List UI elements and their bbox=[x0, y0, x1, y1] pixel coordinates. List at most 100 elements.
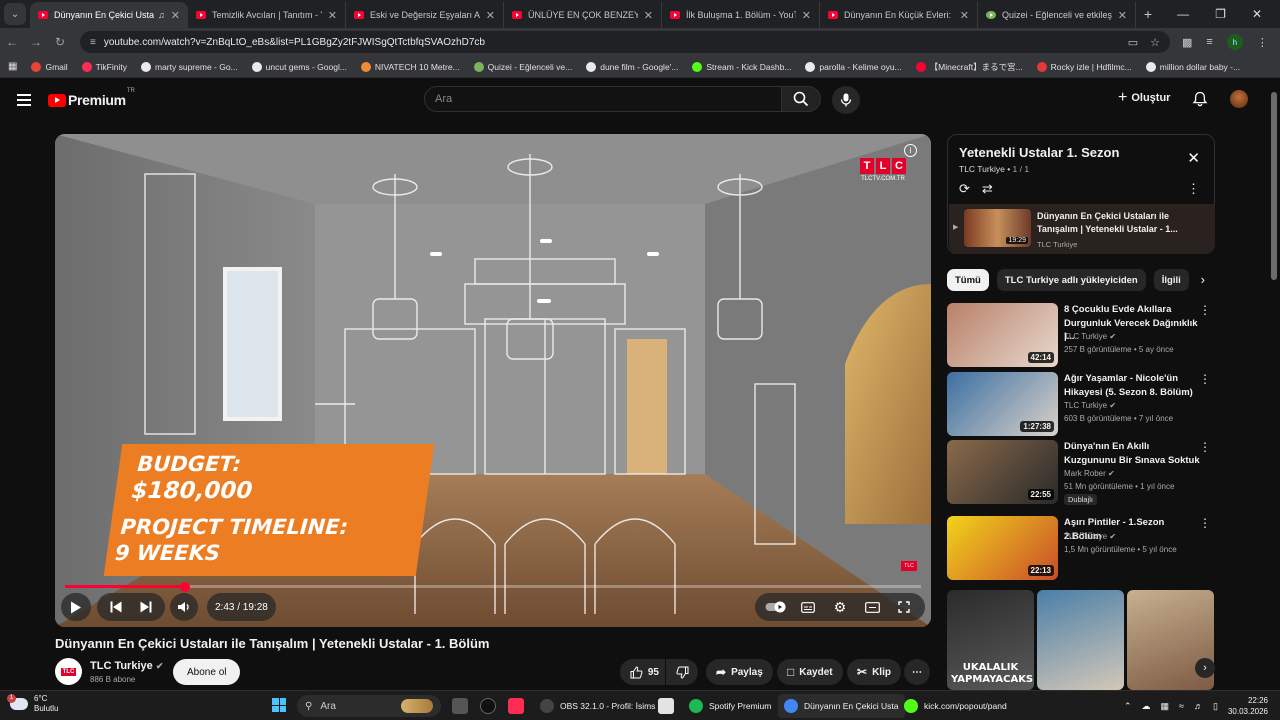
close-window-icon[interactable]: ✕ bbox=[1252, 7, 1262, 21]
recommendation-channel[interactable]: TLC Turkiye ✔ bbox=[1064, 532, 1116, 541]
back-button[interactable]: ← bbox=[0, 35, 24, 49]
weather-widget[interactable]: 1 6°C Bulutlu bbox=[7, 694, 58, 714]
playlist-title[interactable]: Yetenekli Ustalar 1. Sezon bbox=[959, 145, 1119, 160]
browser-tab[interactable]: Temizlik Avcıları | Tanıtım - YouT ✕ bbox=[188, 2, 346, 28]
recommendation-channel[interactable]: TLC Turkiye ✔ bbox=[1064, 401, 1116, 410]
close-tab-icon[interactable]: ✕ bbox=[960, 9, 969, 22]
autoplay-toggle[interactable] bbox=[763, 593, 789, 621]
close-tab-icon[interactable]: ✕ bbox=[1118, 9, 1127, 22]
notifications-bell-icon[interactable] bbox=[1192, 91, 1208, 107]
recommendation-item[interactable]: 22:55 Dünya'nın En Akıllı Kuzgununu Bir S… bbox=[947, 440, 1215, 505]
play-button[interactable] bbox=[61, 593, 91, 621]
new-tab-button[interactable]: + bbox=[1136, 6, 1160, 22]
battery-icon[interactable]: ▯ bbox=[1213, 701, 1218, 712]
chip-from-uploader[interactable]: TLC Turkiye adlı yükleyiciden bbox=[996, 269, 1146, 291]
more-options-icon[interactable]: ⋮ bbox=[1199, 372, 1211, 386]
taskbar-app[interactable]: Spotify Premium bbox=[683, 694, 777, 718]
bookmark-item[interactable]: 【Minecraft】まるで宮... bbox=[915, 61, 1023, 73]
search-input[interactable]: Ara bbox=[424, 86, 782, 112]
tab-audio-icon[interactable]: ♫ bbox=[158, 10, 165, 20]
playlist-more-icon[interactable]: ⋮ bbox=[1187, 181, 1200, 197]
browser-tab[interactable]: Eski ve Değersiz Eşyaları Alıp N ✕ bbox=[346, 2, 504, 28]
close-tab-icon[interactable]: ✕ bbox=[171, 9, 180, 22]
search-button[interactable] bbox=[781, 86, 821, 112]
site-info-icon[interactable]: ≡ bbox=[90, 37, 96, 48]
task-view-icon[interactable] bbox=[452, 698, 468, 714]
shorts-next-button[interactable]: › bbox=[1195, 658, 1215, 678]
account-avatar[interactable] bbox=[1230, 90, 1248, 108]
tab-search-menu-icon[interactable]: ⌄ bbox=[4, 3, 26, 25]
bookmark-item[interactable]: Gmail bbox=[31, 61, 68, 73]
profile-avatar[interactable]: h bbox=[1226, 34, 1243, 50]
bookmark-item[interactable]: dune film - Google'... bbox=[586, 61, 678, 73]
shuffle-icon[interactable]: ⇄ bbox=[982, 181, 993, 197]
recommendation-item[interactable]: 22:13 Aşırı Pintiler - 1.Sezon 2.Bölüm TLC… bbox=[947, 516, 1215, 580]
recommendation-item[interactable]: 1:27:38 Ağır Yaşamlar - Nicole'ün Hikayes… bbox=[947, 372, 1215, 436]
cast-icon[interactable]: ▭ bbox=[1128, 36, 1138, 49]
progress-bar[interactable] bbox=[65, 581, 921, 592]
more-options-icon[interactable]: ⋮ bbox=[1199, 440, 1211, 454]
browser-tab[interactable]: Dünyanın En Çekici Ustaları♫ ✕ bbox=[30, 2, 188, 28]
like-button[interactable]: 95 bbox=[620, 659, 665, 685]
close-playlist-icon[interactable]: ✕ bbox=[1187, 149, 1200, 167]
short-item[interactable] bbox=[1037, 590, 1124, 690]
recommendation-channel[interactable]: TLC Turkiye ✔ bbox=[1064, 332, 1116, 341]
chip-all[interactable]: Tümü bbox=[947, 269, 989, 291]
bookmark-item[interactable]: uncut gems - Googl... bbox=[251, 61, 347, 73]
taskbar-app[interactable]: kick.com/popout/pand bbox=[898, 694, 1013, 718]
browser-menu-icon[interactable]: ⋮ bbox=[1257, 36, 1268, 49]
close-tab-icon[interactable]: ✕ bbox=[644, 9, 653, 22]
playlist-current-item[interactable]: ▶ 19:29 Dünyanın En Çekici Ustaları ile … bbox=[949, 204, 1215, 254]
reload-button[interactable]: ↻ bbox=[48, 35, 72, 49]
dislike-button[interactable] bbox=[666, 659, 698, 685]
store-icon[interactable] bbox=[658, 698, 674, 714]
start-button[interactable] bbox=[272, 698, 286, 712]
subtitles-button[interactable] bbox=[795, 593, 821, 621]
bookmark-item[interactable]: million dollar baby -... bbox=[1145, 61, 1240, 73]
browser-tab[interactable]: ÜNLÜYE EN ÇOK BENZEYEN $ ✕ bbox=[504, 2, 662, 28]
forward-button[interactable]: → bbox=[24, 35, 48, 49]
channel-avatar[interactable]: TLC bbox=[55, 658, 82, 685]
bookmark-item[interactable]: parolla - Kelime oyu... bbox=[805, 61, 902, 73]
browser-tab[interactable]: İlk Buluşma 1. Bölüm - YouTube ✕ bbox=[662, 2, 820, 28]
next-button[interactable] bbox=[131, 593, 161, 621]
bookmark-item[interactable]: TikFinity bbox=[81, 61, 127, 73]
bookmark-item[interactable]: Quizei - Eğlenceli ve... bbox=[473, 61, 572, 73]
bookmark-item[interactable]: NIVATECH 10 Metre... bbox=[360, 61, 460, 73]
taskbar-search[interactable]: ⚲ Ara bbox=[297, 695, 441, 717]
playlist-channel[interactable]: TLC Turkiye bbox=[959, 164, 1005, 174]
reading-list-icon[interactable]: ≡ bbox=[1206, 36, 1212, 48]
bookmark-item[interactable]: Rocky izle | Hdfilmc... bbox=[1036, 61, 1132, 73]
chevron-up-icon[interactable]: ⌃ bbox=[1124, 701, 1132, 712]
browser-tab[interactable]: Dünyanın En Küçük Evleri: 1,5 m ✕ bbox=[820, 2, 978, 28]
taskbar-app[interactable]: Dünyanın En Çekici Usta bbox=[778, 694, 905, 718]
progress-scrubber[interactable] bbox=[179, 581, 190, 592]
volume-button[interactable] bbox=[170, 593, 198, 621]
youtube-premium-logo[interactable]: Premium TR bbox=[48, 88, 135, 108]
channel-name[interactable]: TLC Turkiye ✔ bbox=[90, 660, 163, 672]
apps-grid-icon[interactable]: ▦ bbox=[8, 61, 17, 72]
save-button[interactable]: □ Kaydet bbox=[777, 659, 843, 685]
restore-icon[interactable]: ❐ bbox=[1215, 7, 1226, 21]
extensions-icon[interactable]: ▩ bbox=[1182, 36, 1192, 49]
chevron-right-icon[interactable]: › bbox=[1201, 272, 1205, 287]
create-button[interactable]: + Oluştur bbox=[1118, 89, 1170, 107]
video-player[interactable]: i T L C TLCTV.COM.TR BUDGET: $180,000 PR… bbox=[55, 134, 931, 627]
chip-related[interactable]: İlgili bbox=[1153, 269, 1189, 291]
more-options-icon[interactable]: ⋮ bbox=[1199, 303, 1211, 317]
speaker-icon[interactable]: ♬ bbox=[1194, 701, 1203, 711]
settings-button[interactable]: ⚙ bbox=[827, 593, 853, 621]
more-actions-button[interactable]: ⋯ bbox=[904, 659, 930, 685]
loop-icon[interactable]: ⟳ bbox=[959, 181, 970, 197]
voice-search-button[interactable] bbox=[832, 86, 860, 114]
chatgpt-icon[interactable] bbox=[480, 698, 496, 714]
clock[interactable]: 22:26 30.03.2026 bbox=[1228, 695, 1268, 717]
network-icon[interactable]: ▦ bbox=[1161, 701, 1170, 712]
omnibox[interactable]: ≡ youtube.com/watch?v=ZnBqLtO_eBs&list=P… bbox=[80, 31, 1170, 53]
clip-button[interactable]: ✂ Klip bbox=[847, 659, 901, 685]
wifi-icon[interactable]: ≈ bbox=[1179, 701, 1184, 711]
recommendation-channel[interactable]: Mark Rober ✔ bbox=[1064, 469, 1115, 478]
browser-tab[interactable]: Quizei - Eğlenceli ve etkileşimli ✕ bbox=[978, 2, 1136, 28]
fullscreen-button[interactable] bbox=[891, 593, 917, 621]
menu-icon[interactable] bbox=[17, 94, 31, 106]
